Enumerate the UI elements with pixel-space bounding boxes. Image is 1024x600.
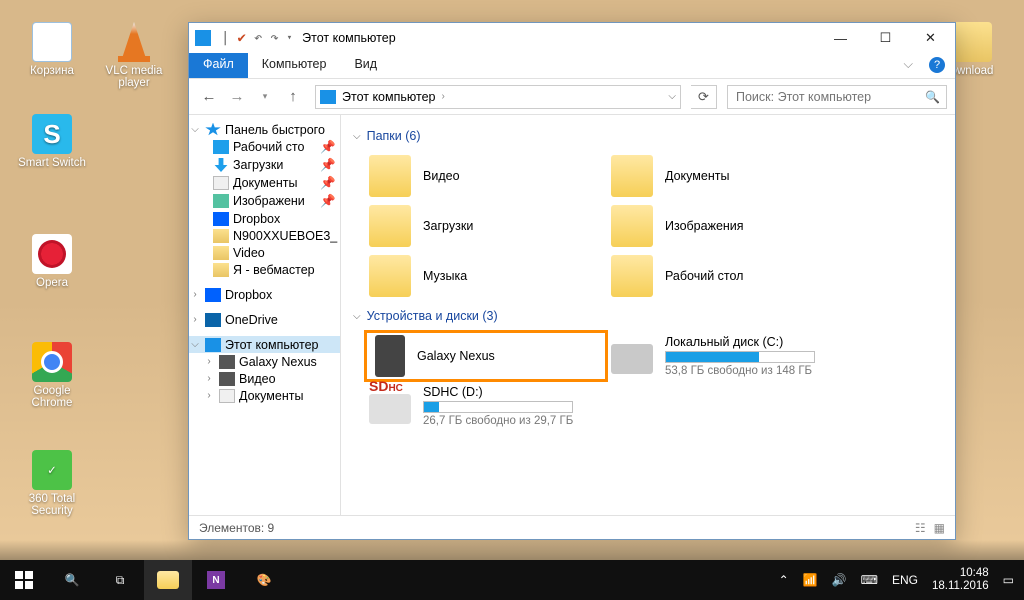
forward-button[interactable]: → [225, 85, 249, 109]
address-bar[interactable]: Этот компьютер › ⌵ [315, 85, 681, 109]
volume-icon[interactable]: 🔊 [832, 573, 847, 587]
refresh-button[interactable]: ⟳ [691, 85, 717, 109]
status-bar: Элементов: 9 ☷ ▦ [189, 515, 955, 539]
search-button[interactable]: 🔍 [48, 560, 96, 600]
desktop-icon-opera[interactable]: Opera [14, 234, 90, 289]
tree-item[interactable]: N900XXUEBOE3_ [189, 227, 340, 244]
undo-icon[interactable]: ↶ [254, 30, 262, 46]
phone-icon [375, 335, 405, 377]
system-tray: ⌃ 📶 🔊 ⌨ ENG 10:48 18.11.2016 ▭ [769, 567, 1024, 593]
tab-view[interactable]: Вид [340, 53, 391, 78]
language-indicator[interactable]: ENG [892, 573, 918, 587]
folder-icon [369, 255, 411, 297]
desktop-icon-smartswitch[interactable]: SSmart Switch [14, 114, 90, 169]
tree-quick-access[interactable]: ⌵Панель быстрого [189, 121, 340, 138]
desktop-icon-chrome[interactable]: Google Chrome [14, 342, 90, 409]
search-box[interactable]: 🔍 [727, 85, 947, 109]
help-icon[interactable]: ? [929, 57, 945, 73]
tree-item[interactable]: ›Видео [189, 370, 340, 387]
maximize-button[interactable]: ☐ [863, 23, 908, 53]
device-galaxy-nexus[interactable]: Galaxy Nexus [365, 331, 607, 381]
tree-item[interactable]: Загрузки📌 [189, 156, 340, 174]
check-icon[interactable]: ✔ [237, 30, 245, 46]
group-folders[interactable]: ⌵Папки (6) [353, 129, 943, 143]
folder-icon [369, 205, 411, 247]
content-pane[interactable]: ⌵Папки (6) Видео Документы Загрузки Изоб… [341, 115, 955, 515]
ribbon: Файл Компьютер Вид ⌵ ? [189, 53, 955, 79]
start-button[interactable] [0, 560, 48, 600]
navigation-tree[interactable]: ⌵Панель быстрого Рабочий сто📌 Загрузки📌 … [189, 115, 341, 515]
icons-view-icon[interactable]: ▦ [934, 521, 945, 535]
recent-dropdown-icon[interactable]: ▾ [253, 85, 277, 109]
drive-sdhc[interactable]: SDHC SDHC (D:) 26,7 ГБ свободно из 29,7 … [365, 381, 607, 431]
tree-item[interactable]: Изображени📌 [189, 192, 340, 210]
folder-item[interactable]: Изображения [607, 201, 849, 251]
pc-icon [320, 90, 336, 104]
minimize-button[interactable]: — [818, 23, 863, 53]
up-button[interactable]: ↑ [281, 85, 305, 109]
desktop-icon-vlc[interactable]: VLC media player [96, 22, 172, 89]
search-input[interactable] [736, 86, 924, 108]
desktop-icon-360[interactable]: ✓360 Total Security [14, 450, 90, 517]
chevron-right-icon[interactable]: › [441, 91, 444, 102]
folder-item[interactable]: Документы [607, 151, 849, 201]
taskbar[interactable]: 🔍 ⧉ N 🎨 ⌃ 📶 🔊 ⌨ ENG 10:48 18.11.2016 ▭ [0, 560, 1024, 600]
addr-dropdown-icon[interactable]: ⌵ [668, 91, 676, 102]
notifications-icon[interactable]: ▭ [1003, 573, 1014, 587]
folder-icon [611, 205, 653, 247]
navigation-bar: ← → ▾ ↑ Этот компьютер › ⌵ ⟳ 🔍 [189, 79, 955, 115]
quick-access-toolbar: | ✔ ↶ ↷ ▾ [221, 30, 292, 46]
close-button[interactable]: ✕ [908, 23, 953, 53]
back-button[interactable]: ← [197, 85, 221, 109]
tree-item[interactable]: ›Документы [189, 387, 340, 404]
taskbar-paint[interactable]: 🎨 [240, 560, 288, 600]
keyboard-icon[interactable]: ⌨ [861, 573, 878, 587]
folder-item[interactable]: Видео [365, 151, 607, 201]
usage-bar [423, 401, 573, 413]
tab-computer[interactable]: Компьютер [248, 53, 341, 78]
ribbon-expand-icon[interactable]: ⌵ [892, 53, 925, 78]
folder-icon [369, 155, 411, 197]
explorer-window: | ✔ ↶ ↷ ▾ Этот компьютер — ☐ ✕ Файл Комп… [188, 22, 956, 540]
window-title: Этот компьютер [302, 31, 395, 45]
usage-bar [665, 351, 815, 363]
qat-divider: | [221, 30, 229, 46]
group-devices[interactable]: ⌵Устройства и диски (3) [353, 309, 943, 323]
tree-item[interactable]: Dropbox [189, 210, 340, 227]
details-view-icon[interactable]: ☷ [915, 521, 926, 535]
folder-icon [611, 255, 653, 297]
folder-item[interactable]: Загрузки [365, 201, 607, 251]
breadcrumb[interactable]: Этот компьютер [342, 90, 435, 104]
desktop-icon-trash[interactable]: Корзина [14, 22, 90, 77]
app-icon [195, 30, 211, 46]
drive-c[interactable]: Локальный диск (C:) 53,8 ГБ свободно из … [607, 331, 849, 381]
tree-item[interactable]: Документы📌 [189, 174, 340, 192]
tree-item[interactable]: ›Galaxy Nexus [189, 353, 340, 370]
qat-dropdown-icon[interactable]: ▾ [287, 33, 292, 43]
tree-this-pc[interactable]: ⌵Этот компьютер [189, 336, 340, 353]
folder-icon [611, 155, 653, 197]
tree-dropbox[interactable]: ›Dropbox [189, 286, 340, 303]
disk-icon [611, 344, 653, 374]
task-view-button[interactable]: ⧉ [96, 560, 144, 600]
folder-item[interactable]: Музыка [365, 251, 607, 301]
tray-expand-icon[interactable]: ⌃ [779, 573, 789, 587]
redo-icon[interactable]: ↷ [270, 30, 278, 46]
tree-item[interactable]: Рабочий сто📌 [189, 138, 340, 156]
folder-item[interactable]: Рабочий стол [607, 251, 849, 301]
clock[interactable]: 10:48 18.11.2016 [932, 567, 989, 593]
taskbar-onenote[interactable]: N [192, 560, 240, 600]
tree-item[interactable]: Я - вебмастер [189, 261, 340, 278]
titlebar[interactable]: | ✔ ↶ ↷ ▾ Этот компьютер — ☐ ✕ [189, 23, 955, 53]
search-icon: 🔍 [925, 90, 940, 104]
item-count: Элементов: 9 [199, 521, 274, 535]
tab-file[interactable]: Файл [189, 53, 248, 78]
tree-onedrive[interactable]: ›OneDrive [189, 311, 340, 328]
disk-icon: SDHC [369, 394, 411, 424]
tree-item[interactable]: Video [189, 244, 340, 261]
taskbar-explorer[interactable] [144, 560, 192, 600]
wifi-icon[interactable]: 📶 [803, 573, 818, 587]
